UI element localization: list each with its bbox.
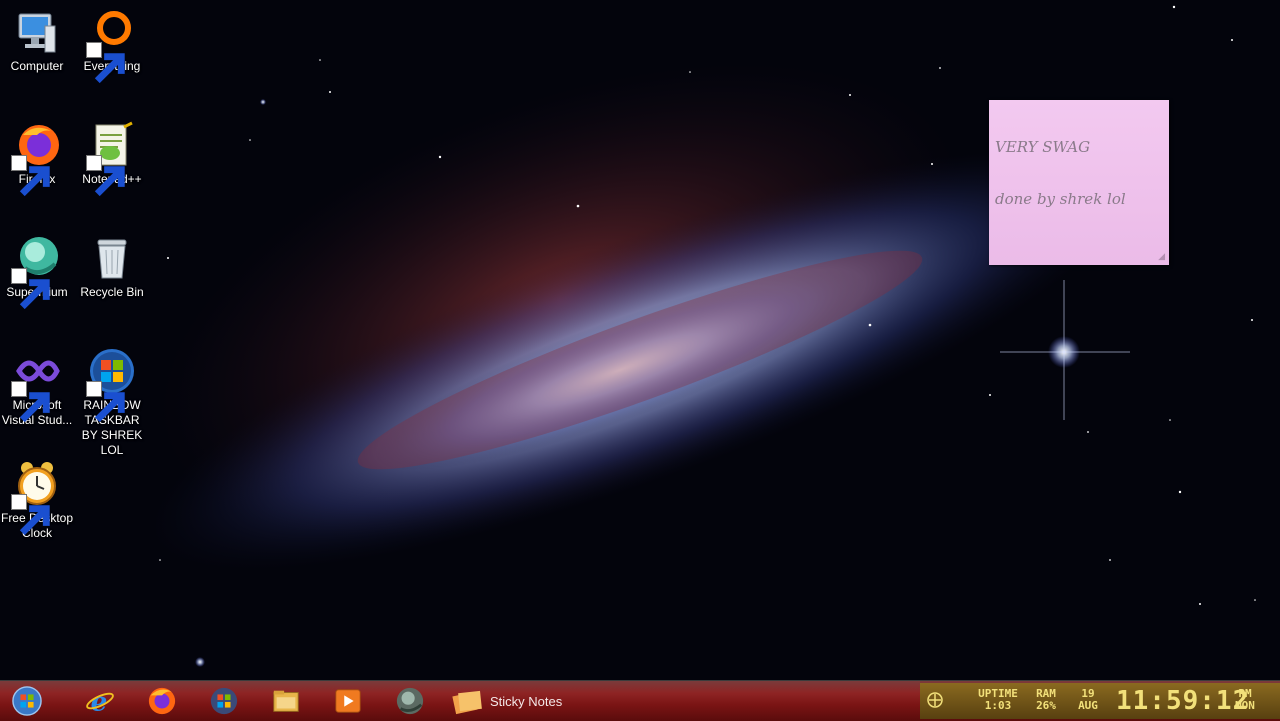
windows-media-center-icon (210, 687, 238, 715)
firefox-icon (148, 687, 176, 715)
desktop-icon-recycle-bin[interactable]: Recycle Bin (75, 234, 149, 300)
everything-icon (86, 8, 136, 84)
shortcut-arrow-icon (11, 155, 50, 197)
desktop-icon-label: Recycle Bin (80, 285, 144, 299)
visual-studio-icon (11, 347, 61, 423)
date-month: AUG (1078, 699, 1098, 712)
shortcut-arrow-icon (11, 268, 50, 310)
taskbar-supermium[interactable] (386, 683, 434, 719)
uptime-value: 1:03 (984, 699, 1012, 712)
shortcut-arrow-icon (86, 42, 125, 84)
media-player-icon (335, 689, 361, 713)
sticky-note-line-2[interactable]: done by shrek lol (995, 190, 1126, 208)
taskbar-firefox[interactable] (138, 683, 186, 719)
taskbar-internet-explorer[interactable]: e (76, 683, 124, 719)
taskbar-window-label: Sticky Notes (490, 693, 563, 709)
supermium-icon (396, 687, 424, 715)
sticky-note[interactable]: VERY SWAG done by shrek lol ◢ (989, 100, 1169, 265)
taskbar-windows-media-center[interactable] (200, 683, 248, 719)
svg-text:e: e (91, 686, 108, 716)
desktop-icon-computer[interactable]: Computer (0, 8, 74, 74)
resize-grip-icon[interactable]: ◢ (1158, 251, 1165, 262)
shortcut-arrow-icon (11, 381, 50, 423)
firefox-icon (11, 121, 61, 197)
taskbar: e Sticky Notes UPTIME 1:03 RAM 26% 19 AU… (0, 680, 1280, 721)
notepad-plus-plus-icon (86, 121, 136, 197)
desktop-icon-notepad-plus-plus[interactable]: Notepad++ (75, 121, 149, 197)
internet-explorer-icon: e (86, 686, 114, 716)
shortcut-arrow-icon (86, 381, 125, 423)
desktop-icon-label: Computer (10, 59, 64, 73)
shortcut-arrow-icon (11, 494, 50, 536)
desktop-icon-visual-studio[interactable]: Microsoft Visual Stud... (0, 347, 74, 428)
clock-time: 11:59:12 (1116, 686, 1250, 716)
windows-logo-icon (86, 347, 136, 423)
system-tray-clock[interactable]: UPTIME 1:03 RAM 26% 19 AUG 11:59:12 PM M… (920, 683, 1280, 719)
taskbar-sticky-notes-window[interactable]: Sticky Notes (450, 683, 600, 719)
recycle-bin-icon (88, 234, 136, 282)
desktop-icon-free-desktop-clock[interactable]: Free Desktop Clock (0, 460, 74, 541)
ram-value: 26% (1036, 699, 1056, 712)
taskbar-media-player[interactable] (324, 683, 372, 719)
network-icon[interactable] (926, 691, 944, 709)
desktop-icon-everything[interactable]: Everything (75, 8, 149, 84)
sticky-note-line-1[interactable]: VERY SWAG (995, 138, 1090, 156)
clock-weekday: MON (1235, 699, 1255, 712)
computer-icon (13, 8, 61, 56)
shortcut-arrow-icon (86, 155, 125, 197)
desktop-icon-supermium[interactable]: Supermium (0, 234, 74, 310)
sticky-notes-icon (452, 690, 482, 715)
start-orb-icon (12, 686, 42, 716)
taskbar-file-explorer[interactable] (262, 683, 310, 719)
desktop-icon-rainbow-taskbar[interactable]: RAINBOW TASKBAR BY SHREK LOL (75, 347, 149, 458)
supermium-icon (11, 234, 61, 310)
alarm-clock-icon (11, 460, 61, 536)
file-explorer-icon (273, 690, 299, 712)
start-button[interactable] (2, 683, 52, 719)
desktop-icon-firefox[interactable]: Firefox (0, 121, 74, 197)
